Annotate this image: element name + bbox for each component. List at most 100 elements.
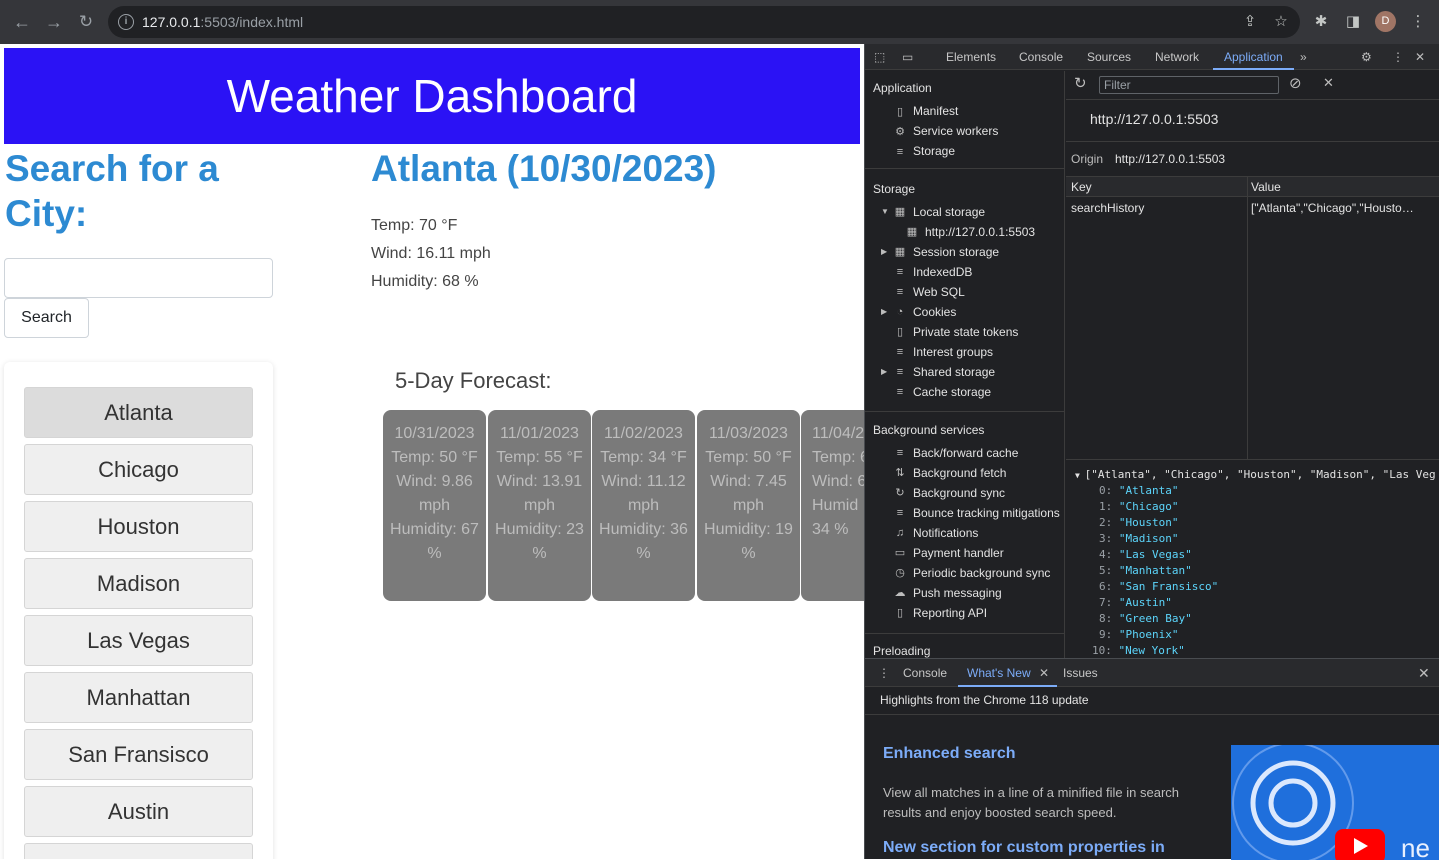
history-button-san-fransisco[interactable]: San Fransisco (24, 729, 253, 780)
cookie-icon: ◔ (896, 306, 904, 318)
sidebar-item-service-workers[interactable]: Service workers (913, 124, 998, 138)
sidebar-item-periodic-sync[interactable]: Periodic background sync (913, 566, 1050, 580)
sidebar-item-local-storage[interactable]: Local storage (913, 205, 985, 219)
list-item: 6: "San Fransisco" (1099, 580, 1219, 593)
sidebar-item-storage[interactable]: Storage (913, 144, 955, 158)
sidebar-item-interest-groups[interactable]: Interest groups (913, 345, 993, 359)
sidebar-item-reporting-api[interactable]: Reporting API (913, 606, 987, 620)
sidebar-item-cookies[interactable]: Cookies (913, 305, 956, 319)
forecast-humidity: Humid 34 % (812, 497, 859, 538)
history-button-austin[interactable]: Austin (24, 786, 253, 837)
sidebar-item-payment-handler[interactable]: Payment handler (913, 546, 1004, 560)
tab-network[interactable]: Network (1155, 50, 1199, 64)
refresh-icon[interactable]: ↻ (1074, 74, 1087, 92)
preview-expand-row[interactable]: ▼ ["Atlanta", "Chicago", "Houston", "Mad… (1075, 468, 1436, 481)
sidebar-header-background-services: Background services (873, 423, 985, 437)
site-info-icon[interactable]: i (118, 14, 134, 30)
extensions-icon[interactable]: ✱ (1311, 12, 1331, 32)
sync-icon: ↻ (895, 487, 905, 499)
database-icon: ≡ (896, 286, 904, 298)
value-column-header[interactable]: Value (1251, 180, 1281, 194)
sidebar-item-bounce-tracking[interactable]: Bounce tracking mitigations (913, 506, 1060, 520)
search-history-card: Atlanta Chicago Houston Madison Las Vega… (4, 362, 273, 859)
settings-gear-icon[interactable]: ⚙ (1361, 50, 1372, 64)
list-item: 2: "Houston" (1099, 516, 1179, 529)
collapse-triangle-icon[interactable]: ▶ (881, 307, 887, 316)
clock-icon: ◷ (895, 567, 905, 579)
drawer-tab-whats-new[interactable]: What's New (967, 666, 1031, 680)
city-search-input[interactable] (4, 258, 273, 298)
forecast-humidity: Humidity: 23 % (495, 521, 584, 562)
expand-triangle-icon[interactable]: ▼ (881, 207, 889, 216)
whats-new-highlight: Highlights from the Chrome 118 update (880, 693, 1089, 707)
tab-console[interactable]: Console (1019, 50, 1063, 64)
sidebar-item-back-forward-cache[interactable]: Back/forward cache (913, 446, 1018, 460)
sidebar-item-local-origin[interactable]: http://127.0.0.1:5503 (925, 225, 1035, 239)
device-toolbar-icon[interactable]: ▭ (902, 50, 913, 64)
whats-new-heading[interactable]: Enhanced search (883, 745, 1016, 763)
close-drawer-icon[interactable]: ✕ (1418, 665, 1430, 682)
sidebar-item-cache-storage[interactable]: Cache storage (913, 385, 991, 399)
whats-new-video-thumbnail[interactable]: ne (1231, 745, 1439, 860)
clear-all-icon[interactable]: ⊘ (1289, 74, 1302, 92)
history-button-madison[interactable]: Madison (24, 558, 253, 609)
history-button-partial[interactable] (24, 843, 253, 859)
sidebar-item-web-sql[interactable]: Web SQL (913, 285, 965, 299)
forward-icon[interactable]: → (42, 10, 66, 34)
forecast-humidity: Humidity: 19 % (704, 521, 793, 562)
search-button[interactable]: Search (4, 298, 89, 338)
table-row[interactable]: searchHistory ["Atlanta","Chicago","Hous… (1066, 197, 1439, 217)
key-column-header[interactable]: Key (1071, 180, 1092, 194)
menu-kebab-icon[interactable]: ⋮ (1408, 12, 1428, 32)
database-icon: ≡ (896, 266, 904, 278)
history-button-houston[interactable]: Houston (24, 501, 253, 552)
whats-new-heading-2[interactable]: New section for custom properties in (883, 839, 1165, 857)
side-panel-icon[interactable]: ◨ (1343, 12, 1363, 32)
table-icon: ▦ (894, 206, 906, 218)
tab-elements[interactable]: Elements (946, 50, 996, 64)
sidebar-item-shared-storage[interactable]: Shared storage (913, 365, 995, 379)
sidebar-item-private-state-tokens[interactable]: Private state tokens (913, 325, 1018, 339)
inspect-element-icon[interactable]: ⬚ (874, 50, 885, 64)
forecast-date: 11/04/2 (812, 425, 864, 442)
close-devtools-icon[interactable]: ✕ (1415, 50, 1425, 64)
sidebar-item-session-storage[interactable]: Session storage (913, 245, 999, 259)
address-bar[interactable]: i 127.0.0.1:5503/index.html (108, 6, 1300, 38)
filter-input[interactable]: Filter (1099, 76, 1279, 94)
tab-application[interactable]: Application (1224, 50, 1283, 64)
share-icon[interactable]: ⇪ (1240, 12, 1260, 32)
divider (865, 411, 1064, 412)
forecast-date: 11/02/2023 (604, 425, 683, 442)
drawer-menu-icon[interactable]: ⋮ (878, 666, 890, 680)
reload-icon[interactable]: ↻ (74, 10, 98, 34)
sidebar-item-push-messaging[interactable]: Push messaging (913, 586, 1002, 600)
collapse-triangle-icon[interactable]: ▶ (881, 367, 887, 376)
forecast-card: 11/02/2023 Temp: 34 °F Wind: 11.12 mph H… (592, 410, 695, 601)
forecast-wind: Wind: 9.86 mph (396, 473, 473, 514)
back-icon[interactable]: ← (10, 10, 34, 34)
more-tabs-icon[interactable]: » (1300, 50, 1307, 64)
bookmark-star-icon[interactable]: ☆ (1271, 12, 1291, 32)
history-button-las-vegas[interactable]: Las Vegas (24, 615, 253, 666)
sidebar-item-indexeddb[interactable]: IndexedDB (913, 265, 972, 279)
sidebar-item-manifest[interactable]: Manifest (913, 104, 958, 118)
sidebar-item-notifications[interactable]: Notifications (913, 526, 978, 540)
history-button-chicago[interactable]: Chicago (24, 444, 253, 495)
tab-sources[interactable]: Sources (1087, 50, 1131, 64)
close-tab-icon[interactable]: ✕ (1039, 666, 1049, 680)
sidebar-item-background-sync[interactable]: Background sync (913, 486, 1005, 500)
drawer-tab-console[interactable]: Console (903, 666, 947, 680)
sidebar-item-background-fetch[interactable]: Background fetch (913, 466, 1006, 480)
delete-selected-icon[interactable]: ✕ (1323, 75, 1334, 91)
history-button-atlanta[interactable]: Atlanta (24, 387, 253, 438)
expand-triangle-icon: ▼ (1075, 471, 1085, 480)
divider (1066, 99, 1439, 100)
avatar[interactable]: D (1375, 11, 1396, 32)
collapse-triangle-icon[interactable]: ▶ (881, 247, 887, 256)
drawer-tab-issues[interactable]: Issues (1063, 666, 1098, 680)
devtools-menu-icon[interactable]: ⋮ (1392, 50, 1404, 64)
divider (865, 714, 1439, 715)
database-icon: ≡ (896, 366, 904, 378)
sidebar-header-preloading: Preloading (873, 644, 931, 658)
history-button-manhattan[interactable]: Manhattan (24, 672, 253, 723)
